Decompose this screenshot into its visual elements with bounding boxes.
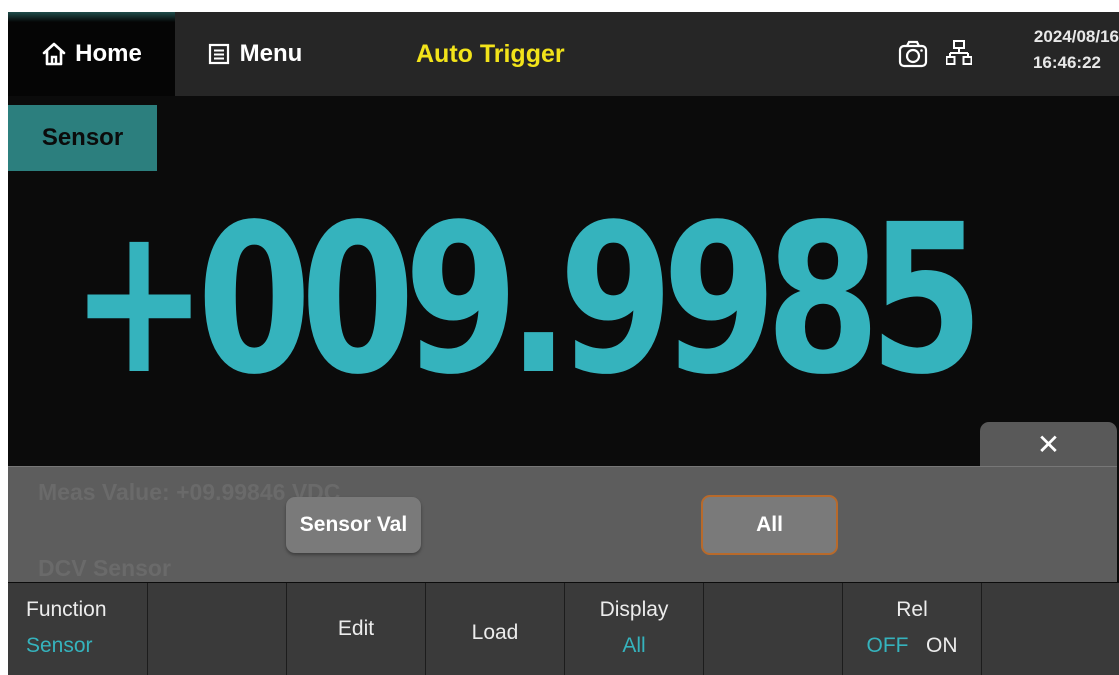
home-label: Home (75, 40, 142, 67)
rel-off-option: OFF (866, 634, 909, 657)
softkey-load[interactable]: Load (426, 583, 565, 675)
date-text: 2024/08/16 (1033, 27, 1119, 46)
rel-on-option: ON (926, 634, 958, 657)
softkey-display-value: All (622, 634, 646, 657)
softkey-function-label: Function (26, 598, 107, 621)
softkey-blank-2[interactable] (704, 583, 843, 675)
softkey-edit-label: Edit (337, 617, 375, 640)
softkey-display[interactable]: Display All (565, 583, 704, 675)
softkey-load-label: Load (471, 621, 519, 644)
softkey-bar: Function Sensor Edit Load Display All Re… (8, 583, 1119, 675)
sensor-function-tag: Sensor (8, 105, 157, 171)
softkey-function[interactable]: Function Sensor (8, 583, 148, 675)
home-tab[interactable]: Home (8, 12, 175, 96)
menu-tab[interactable]: Menu (175, 12, 335, 96)
softkey-blank-1[interactable] (148, 583, 287, 675)
softkey-function-value: Sensor (26, 634, 93, 657)
main-reading: +009.9985 (70, 180, 984, 420)
datetime: 2024/08/16 16:46:22 (992, 24, 1119, 76)
close-panel-button[interactable]: ✕ (980, 422, 1117, 466)
close-icon: ✕ (1036, 428, 1061, 460)
softkey-rel-label: Rel (896, 598, 928, 621)
time-text: 16:46:22 (1032, 53, 1101, 72)
trigger-mode: Auto Trigger (416, 39, 565, 68)
sensor-type-text: DCV Sensor (38, 555, 171, 581)
softkey-rel-toggle: OFF ON (866, 630, 957, 662)
home-icon (42, 42, 66, 66)
instrument-screen: Home Menu Auto Trigger 2024/08/16 16:46:… (8, 12, 1119, 675)
camera-icon[interactable] (898, 39, 928, 69)
sensor-val-option-button[interactable]: Sensor Val (286, 497, 421, 553)
softkey-edit[interactable]: Edit (287, 583, 426, 675)
menu-label: Menu (239, 40, 303, 67)
softkey-blank-3[interactable] (982, 583, 1119, 675)
top-bar: Home Menu Auto Trigger 2024/08/16 16:46:… (8, 12, 1119, 96)
display-option-panel: Meas Value: +09.99846 VDC DCV Sensor Sen… (8, 466, 1117, 582)
all-option-button[interactable]: All (701, 495, 838, 555)
network-icon (946, 40, 972, 65)
menu-list-icon (208, 43, 229, 65)
softkey-rel[interactable]: Rel OFF ON (843, 583, 982, 675)
softkey-display-label: Display (599, 598, 669, 621)
